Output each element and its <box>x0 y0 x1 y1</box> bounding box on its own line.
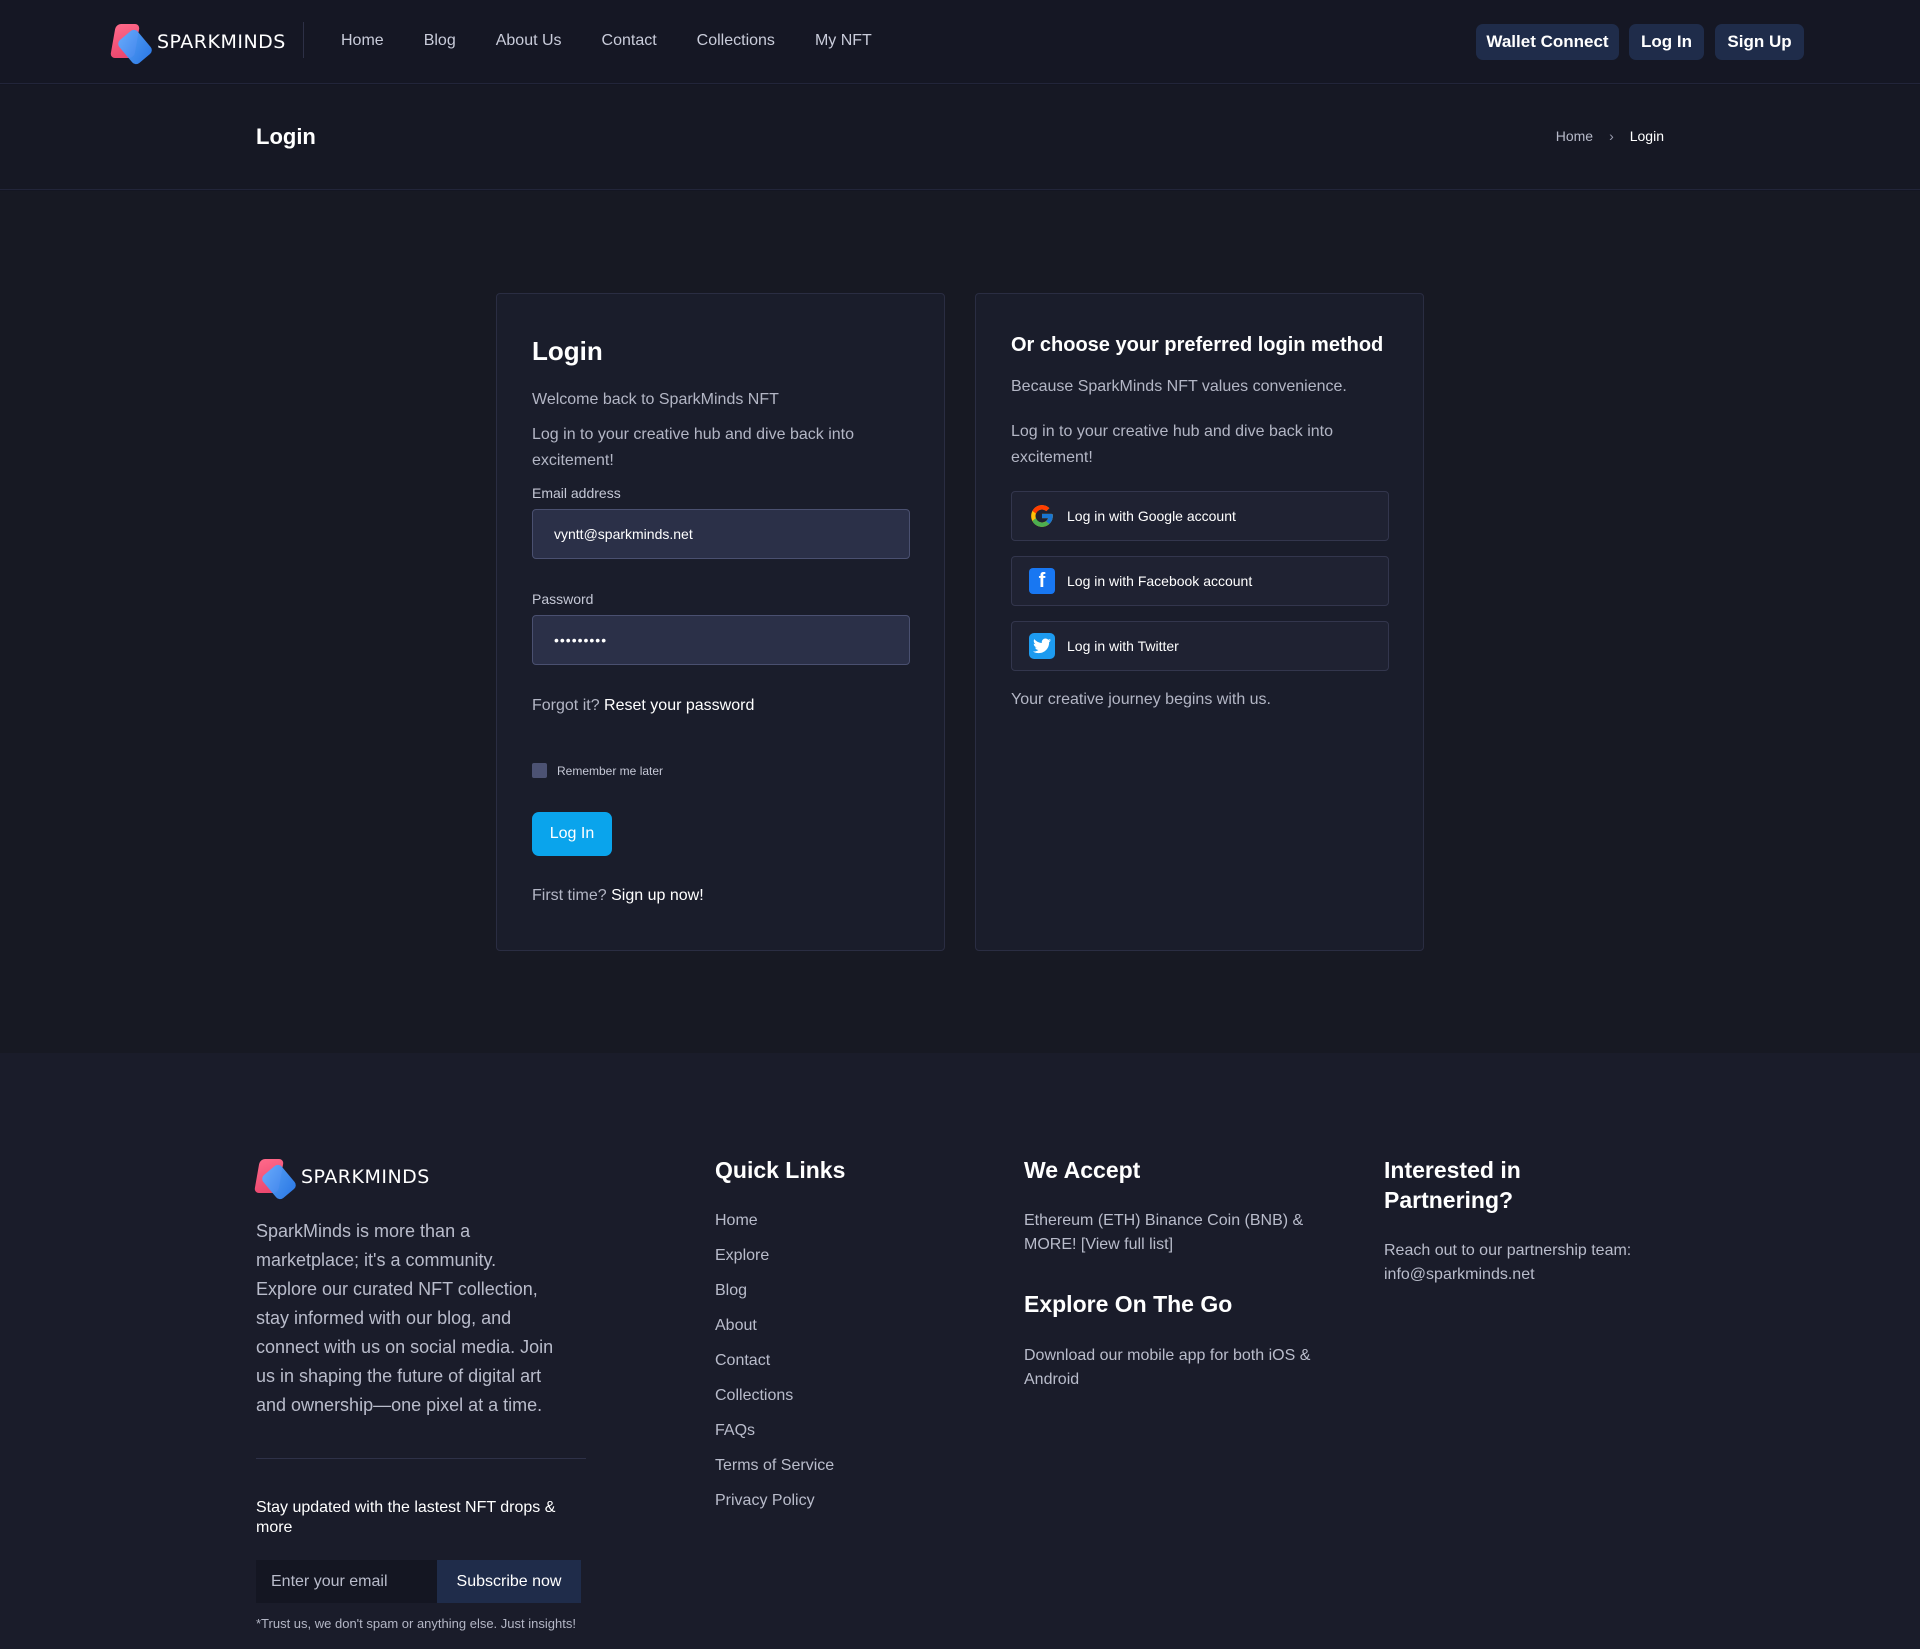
login-form-card: Login Welcome back to SparkMinds NFT Log… <box>496 293 945 951</box>
alt-login-subtitle: Because SparkMinds NFT values convenienc… <box>1011 378 1347 395</box>
page-title: Login <box>256 124 316 149</box>
reset-password-link[interactable]: Reset your password <box>604 697 754 714</box>
main-content-area <box>0 191 1920 1053</box>
quick-link-about[interactable]: About <box>715 1315 834 1350</box>
partnering-text: Reach out to our partnership team: info@… <box>1384 1242 1632 1283</box>
breadcrumb-home-link[interactable]: Home <box>1556 128 1593 144</box>
explore-on-the-go-text: Download our mobile app for both iOS & A… <box>1024 1347 1311 1388</box>
footer-brand-name: SPARKMINDS <box>301 1166 430 1188</box>
nav-about-us[interactable]: About Us <box>496 30 562 52</box>
forgot-password-row: Forgot it? Reset your password <box>532 697 754 715</box>
alternative-login-card: Or choose your preferred login method Be… <box>975 293 1424 951</box>
quick-link-contact[interactable]: Contact <box>715 1350 834 1385</box>
newsletter-heading: Stay updated with the lastest NFT drops … <box>256 1499 556 1536</box>
google-login-label: Log in with Google account <box>1067 508 1236 524</box>
quick-link-faqs[interactable]: FAQs <box>715 1420 834 1455</box>
nav-blog[interactable]: Blog <box>424 30 456 52</box>
twitter-icon <box>1029 633 1055 659</box>
alt-login-intro: Log in to your creative hub and dive bac… <box>1011 423 1333 466</box>
partnering-heading: Interested in Partnering? <box>1384 1157 1521 1213</box>
header-signup-button[interactable]: Sign Up <box>1715 24 1804 60</box>
facebook-icon: f <box>1029 568 1055 594</box>
facebook-login-label: Log in with Facebook account <box>1067 573 1253 589</box>
footer-divider <box>256 1458 586 1459</box>
twitter-login-label: Log in with Twitter <box>1067 638 1179 654</box>
footer-brand-logo[interactable]: SPARKMINDS <box>254 1157 430 1202</box>
nav-collections[interactable]: Collections <box>697 30 775 52</box>
login-intro-text: Log in to your creative hub and dive bac… <box>532 426 854 469</box>
quick-links-list: Home Explore Blog About Contact Collecti… <box>715 1210 834 1525</box>
login-welcome-text: Welcome back to SparkMinds NFT <box>532 391 779 408</box>
quick-links-heading: Quick Links <box>715 1157 846 1183</box>
login-submit-button[interactable]: Log In <box>532 812 612 856</box>
sparkminds-logo-icon <box>110 22 154 67</box>
email-label: Email address <box>532 485 621 501</box>
facebook-login-button[interactable]: f Log in with Facebook account <box>1011 556 1389 606</box>
we-accept-text: Ethereum (ETH) Binance Coin (BNB) & MORE… <box>1024 1212 1304 1253</box>
breadcrumb-current: Login <box>1629 128 1664 144</box>
email-field[interactable] <box>532 509 910 559</box>
quick-link-terms[interactable]: Terms of Service <box>715 1455 834 1490</box>
newsletter-email-input[interactable] <box>256 1560 437 1603</box>
footer-about-text: SparkMinds is more than a marketplace; i… <box>256 1221 554 1415</box>
quick-link-blog[interactable]: Blog <box>715 1280 834 1315</box>
alt-login-title: Or choose your preferred login method <box>1011 334 1384 356</box>
quick-link-privacy[interactable]: Privacy Policy <box>715 1490 834 1525</box>
alt-login-journey-text: Your creative journey begins with us. <box>1011 691 1271 708</box>
top-navigation-bar: SPARKMINDS Home Blog About Us Contact Co… <box>0 0 1920 84</box>
newsletter-disclaimer: *Trust us, we don't spam or anything els… <box>256 1616 576 1631</box>
we-accept-heading: We Accept <box>1024 1157 1141 1183</box>
password-label: Password <box>532 591 594 607</box>
main-nav: Home Blog About Us Contact Collections M… <box>341 30 912 52</box>
password-field[interactable] <box>532 615 910 665</box>
quick-link-home[interactable]: Home <box>715 1210 834 1245</box>
login-form-title: Login <box>532 336 603 366</box>
first-time-question: First time? <box>532 887 607 904</box>
chevron-right-icon: › <box>1609 128 1614 144</box>
signup-now-link[interactable]: Sign up now! <box>611 887 704 904</box>
twitter-login-button[interactable]: Log in with Twitter <box>1011 621 1389 671</box>
remember-me-label: Remember me later <box>557 763 664 778</box>
explore-on-the-go-heading: Explore On The Go <box>1024 1291 1233 1317</box>
forgot-question: Forgot it? <box>532 697 600 714</box>
quick-link-collections[interactable]: Collections <box>715 1385 834 1420</box>
brand-name: SPARKMINDS <box>157 31 286 53</box>
header-divider <box>303 22 304 58</box>
quick-link-explore[interactable]: Explore <box>715 1245 834 1280</box>
remember-me-checkbox[interactable] <box>532 763 547 778</box>
nav-home[interactable]: Home <box>341 30 384 52</box>
nav-contact[interactable]: Contact <box>602 30 657 52</box>
subscribe-button[interactable]: Subscribe now <box>437 1560 581 1603</box>
breadcrumb: Home › Login <box>1556 128 1664 144</box>
remember-me-row[interactable]: Remember me later <box>532 763 663 778</box>
header-login-button[interactable]: Log In <box>1629 24 1704 60</box>
google-login-button[interactable]: Log in with Google account <box>1011 491 1389 541</box>
sparkminds-logo-icon <box>254 1157 298 1202</box>
google-icon <box>1029 503 1055 529</box>
brand-logo[interactable]: SPARKMINDS <box>110 22 286 67</box>
signup-prompt-row: First time? Sign up now! <box>532 887 704 905</box>
wallet-connect-button[interactable]: Wallet Connect <box>1476 24 1619 60</box>
nav-my-nft[interactable]: My NFT <box>815 30 872 52</box>
